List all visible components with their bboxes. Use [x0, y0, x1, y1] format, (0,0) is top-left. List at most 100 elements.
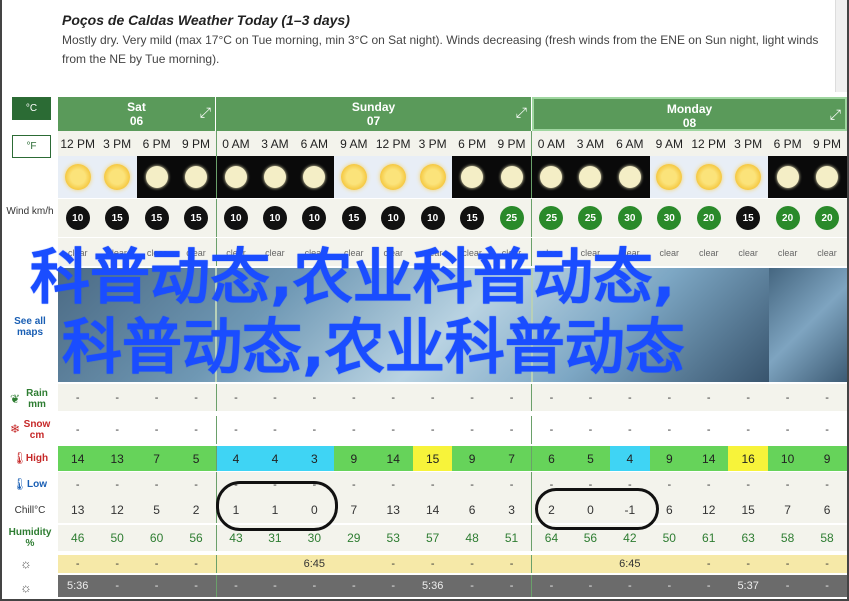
- low-temp-cell: -: [194, 478, 198, 491]
- sunrise-cell: -: [194, 558, 198, 570]
- sunset-cell: 5:36: [421, 580, 444, 592]
- sunset-cell: -: [531, 575, 570, 597]
- expand-icon[interactable]: ⤢: [200, 104, 211, 121]
- time-row: 12 PM 3 PM 6 PM 9 PM 0 AM 3 AM 6 AM 9 AM 12 PM 3 …: [58, 131, 847, 156]
- sunset-cell: -: [628, 580, 632, 592]
- snow-label-text: Snow cm: [23, 419, 51, 441]
- sky-cell: [255, 156, 295, 198]
- sky-cell: [373, 156, 413, 198]
- chill-cell: 5: [153, 503, 160, 517]
- snow-cell: -: [746, 424, 750, 436]
- sunrise-cell: -: [391, 558, 396, 570]
- moon-icon: [303, 166, 326, 188]
- rain-cell: -: [75, 391, 80, 404]
- day-header-monday[interactable]: Monday 08 ⤢: [532, 97, 847, 131]
- sunset-cell: -: [785, 580, 790, 592]
- low-temp-cell: -: [746, 478, 750, 491]
- sunset-cell: -: [470, 580, 474, 592]
- fahrenheit-toggle-button[interactable]: °F: [12, 135, 51, 158]
- sky-cell: [610, 156, 650, 198]
- sunrise-cell: [531, 555, 570, 573]
- celsius-toggle-button[interactable]: °C: [12, 97, 51, 120]
- rain-row: --------------------: [58, 384, 847, 411]
- sun-icon: [104, 164, 131, 190]
- rain-cell: -: [825, 391, 829, 404]
- high-temp-cell: 16: [728, 446, 768, 471]
- moon-icon: [776, 166, 799, 188]
- time-cell: 3 PM: [734, 136, 763, 151]
- sunrise-icon: ☼: [20, 556, 32, 571]
- wind-direction-icon: 30: [657, 206, 682, 230]
- high-temp-cell: 9: [334, 446, 374, 471]
- low-temp-cell: -: [470, 478, 474, 491]
- high-temp-cell: 10: [767, 446, 808, 471]
- high-temp-cell: 6: [531, 446, 571, 471]
- sunset-cell: -: [154, 580, 159, 592]
- snow-cell: -: [154, 424, 159, 436]
- humidity-cell: 53: [386, 531, 400, 545]
- sky-icon-row: [58, 156, 847, 198]
- moon-icon: [461, 166, 484, 188]
- wind-cell: 10: [255, 199, 294, 237]
- high-temp-cell: 5: [176, 446, 216, 471]
- snow-cell: -: [351, 424, 356, 436]
- wind-row-label: Wind km/h: [6, 206, 54, 217]
- time-cell: 9 PM: [497, 136, 526, 151]
- snow-cell: -: [667, 424, 672, 436]
- snow-cell: -: [588, 424, 593, 436]
- wind-cell: 10: [374, 199, 413, 237]
- wind-row: 10 15 15 15 10 10 10 15 10 10 15 25 25 25 30 30 20 15 20 20: [58, 199, 847, 237]
- sky-cell: [807, 156, 847, 198]
- rain-cell: -: [194, 391, 198, 404]
- low-label-text: Low: [27, 479, 47, 490]
- rain-cell: -: [667, 391, 672, 404]
- humidity-cell: 61: [702, 531, 716, 545]
- rain-cell: -: [215, 384, 255, 411]
- day-name: Sunday: [351, 100, 396, 114]
- scrollbar[interactable]: [835, 0, 847, 92]
- low-temp-cell: -: [785, 478, 790, 491]
- sun-icon: [64, 164, 91, 190]
- moon-icon: [145, 166, 168, 188]
- humidity-cell: 56: [189, 531, 203, 545]
- sun-icon: [340, 164, 367, 190]
- wind-cell: 20: [807, 199, 846, 237]
- sunset-cell: -: [115, 580, 119, 592]
- sun-icon: [656, 164, 683, 190]
- hand-drawn-circle: [535, 488, 659, 530]
- wind-cell: 15: [452, 199, 491, 237]
- chill-cell: 3: [508, 503, 515, 517]
- humidity-cell: 50: [110, 531, 124, 545]
- sunrise-cell: -: [154, 558, 159, 570]
- low-temp-cell: -: [154, 478, 159, 491]
- chill-cell: 14: [425, 503, 440, 517]
- high-temp-cell: 14: [689, 446, 729, 471]
- high-temp-cell: 4: [610, 446, 650, 471]
- day-header-sat[interactable]: Sat 06 ⤢: [58, 97, 216, 131]
- time-cell: 9 AM: [655, 136, 683, 151]
- moon-icon: [618, 166, 641, 188]
- sunset-icon: ☼: [20, 580, 32, 595]
- low-temp-cell: -: [825, 478, 829, 491]
- expand-icon[interactable]: ⤢: [516, 104, 527, 121]
- wind-cell: 30: [610, 199, 649, 237]
- rain-cell: -: [706, 391, 711, 404]
- humidity-cell: 60: [149, 531, 164, 545]
- expand-icon[interactable]: ⤢: [830, 106, 841, 123]
- low-temp-cell: -: [115, 478, 119, 491]
- snow-cell: -: [115, 424, 119, 436]
- moon-icon: [500, 166, 523, 188]
- time-cell: 3 AM: [576, 136, 605, 151]
- sky-cell: [334, 156, 374, 198]
- day-header-sunday[interactable]: Sunday 07 ⤢: [216, 97, 532, 131]
- sunrise-cell: -: [785, 558, 790, 570]
- snow-cell: -: [531, 416, 570, 444]
- snow-cell: -: [75, 424, 80, 436]
- wind-direction-icon: 10: [381, 206, 406, 230]
- snow-cell: -: [391, 424, 396, 436]
- sky-cell: [58, 156, 98, 198]
- time-cell: 6 AM: [300, 136, 329, 151]
- chill-cell: 2: [192, 503, 200, 517]
- sky-cell: [176, 156, 216, 198]
- wind-direction-icon: 20: [775, 206, 800, 230]
